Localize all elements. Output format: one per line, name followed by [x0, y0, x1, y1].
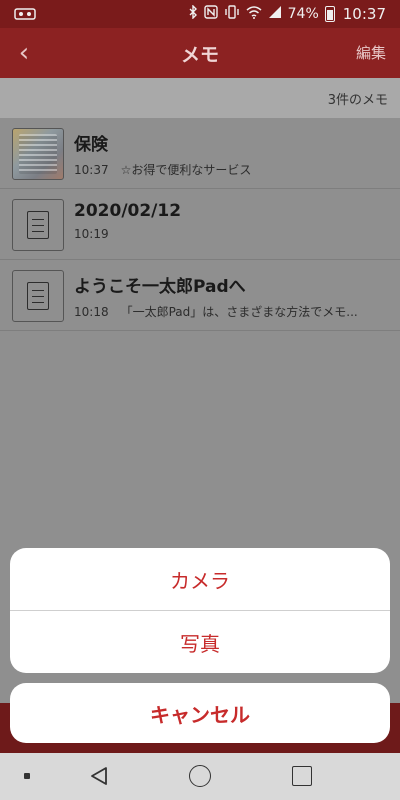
- page-title: メモ: [180, 43, 219, 66]
- action-sheet: カメラ 写真: [10, 548, 390, 673]
- app-header: ‹ メモ 編集: [0, 28, 400, 78]
- navigation-bar: [0, 753, 400, 800]
- list-item-subtitle: 10:18 「一太郎Pad」は、さまざまな方法でメモ...: [74, 303, 390, 320]
- list-item-time: 10:37: [74, 163, 109, 177]
- status-right: 74% 10:37: [188, 4, 386, 23]
- status-bar: 74% 10:37: [0, 0, 400, 28]
- document-thumbnail: [12, 270, 64, 322]
- photo-thumbnail: [12, 128, 64, 180]
- bluetooth-icon: [188, 4, 198, 23]
- list-item-subtitle: 10:19: [74, 227, 390, 241]
- photo-thumbnail-image: [19, 134, 57, 174]
- vibrate-icon: [224, 5, 240, 23]
- photo-button[interactable]: 写真: [10, 611, 390, 673]
- list-item-title: 2020/02/12: [74, 201, 182, 221]
- list-item[interactable]: 保険 10:37 ☆お得で便利なサービス: [0, 118, 400, 189]
- back-button[interactable]: ‹: [6, 34, 42, 72]
- document-icon: [27, 211, 49, 239]
- document-thumbnail: [12, 199, 64, 251]
- list-item-time: 10:18: [74, 305, 109, 319]
- list-item-subtitle: 10:37 ☆お得で便利なサービス: [74, 161, 390, 178]
- wifi-icon: [246, 5, 262, 23]
- battery-percent: 74%: [287, 6, 319, 22]
- back-triangle-icon[interactable]: [88, 765, 110, 787]
- signal-icon: [268, 5, 282, 23]
- camera-button[interactable]: カメラ: [10, 548, 390, 610]
- list-item-text: 2020/02/12 10:19: [74, 201, 390, 241]
- list-item-text: 保険 10:37 ☆お得で便利なサービス: [74, 130, 390, 178]
- list-item[interactable]: ようこそ一太郎Padへ 10:18 「一太郎Pad」は、さまざまな方法でメモ...: [0, 260, 400, 331]
- status-left: [14, 7, 36, 21]
- document-icon: [27, 282, 49, 310]
- list-item-snippet: 「一太郎Pad」は、さまざまな方法でメモ...: [120, 305, 358, 319]
- edit-button[interactable]: 編集: [356, 42, 386, 63]
- status-time: 10:37: [342, 5, 386, 23]
- app-notification-icon: [14, 8, 36, 20]
- memo-count-row: 3件のメモ: [0, 78, 400, 118]
- memo-count: 3件のメモ: [327, 92, 388, 108]
- list-item-title: 保険: [74, 135, 108, 155]
- cancel-button[interactable]: キャンセル: [10, 683, 390, 743]
- list-item-time: 10:19: [74, 227, 109, 241]
- list-item-snippet: ☆お得で便利なサービス: [120, 163, 252, 177]
- nfc-icon: [203, 5, 218, 23]
- list-item-title: ようこそ一太郎Padへ: [74, 277, 246, 297]
- chevron-left-icon: ‹: [18, 38, 30, 68]
- recents-square-icon[interactable]: [292, 766, 312, 786]
- battery-icon: [324, 6, 335, 22]
- home-circle-icon[interactable]: [189, 765, 211, 787]
- memo-list: 保険 10:37 ☆お得で便利なサービス 2020/02/12 10:19 ようこ…: [0, 118, 400, 331]
- list-item-text: ようこそ一太郎Padへ 10:18 「一太郎Pad」は、さまざまな方法でメモ...: [74, 272, 390, 320]
- list-item[interactable]: 2020/02/12 10:19: [0, 189, 400, 260]
- square-dot-icon[interactable]: [24, 773, 30, 779]
